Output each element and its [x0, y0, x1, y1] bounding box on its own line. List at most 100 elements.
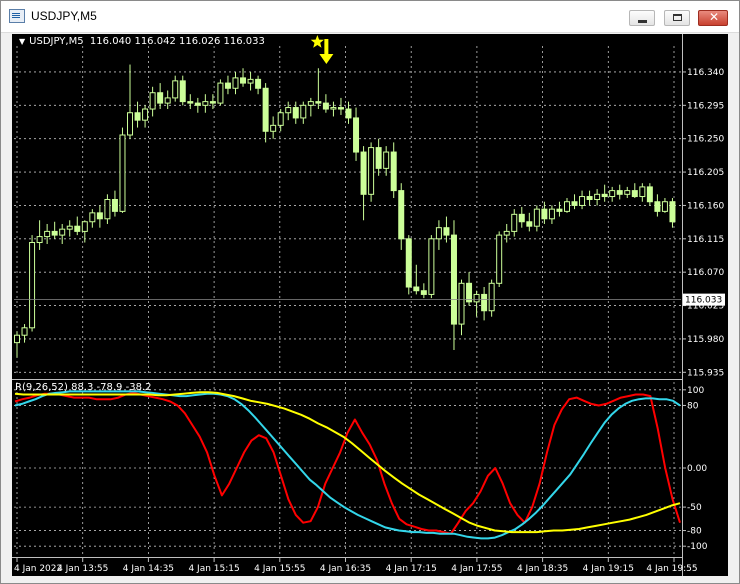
chart-header: ▼ USDJPY,M5 116.040 116.042 116.026 116.0…	[19, 36, 265, 47]
down-arrow-marker-icon	[319, 39, 334, 64]
bull-candle-body	[563, 201, 570, 212]
bull-candle-body	[458, 282, 465, 325]
indicator-series-line	[14, 390, 681, 540]
bear-candle-body	[360, 151, 367, 195]
bull-candle-body	[277, 112, 284, 126]
bear-candle-body	[157, 92, 164, 104]
close-icon: ✕	[709, 10, 720, 24]
indicator-axis-label: -50	[687, 503, 702, 513]
bull-candle-body	[119, 134, 126, 212]
indicator-axis-label: -100	[687, 542, 708, 552]
minimize-button[interactable]	[629, 10, 655, 26]
bull-candle-body	[435, 227, 442, 240]
bull-candle-body	[202, 101, 209, 106]
bear-candle-body	[353, 117, 360, 153]
bear-candle-body	[224, 82, 231, 89]
indicator-series-line	[14, 391, 681, 535]
bear-candle-body	[556, 208, 563, 212]
bear-candle-body	[631, 190, 638, 198]
price-axis-label: 116.115	[687, 235, 724, 245]
time-axis-label: 4 Jan 18:35	[517, 564, 568, 574]
bear-candle-body	[345, 108, 352, 119]
bull-candle-body	[164, 97, 171, 104]
bear-candle-body	[390, 151, 397, 192]
bear-candle-body	[315, 101, 322, 104]
bull-candle-body	[59, 228, 66, 236]
time-axis-label: 4 Jan 17:55	[451, 564, 502, 574]
indicator-axis-label: 100	[687, 386, 704, 396]
bear-candle-body	[111, 199, 118, 212]
time-axis-label: 4 Jan 17:15	[386, 564, 437, 574]
price-axis-label: 115.980	[687, 335, 724, 345]
bull-candle-body	[503, 230, 510, 236]
bull-candle-body	[624, 190, 631, 195]
bull-candle-body	[127, 112, 134, 136]
bull-candle-body	[639, 186, 646, 198]
bull-candle-body	[217, 82, 224, 104]
bear-candle-body	[601, 193, 608, 198]
bull-candle-body	[44, 230, 51, 238]
bear-candle-body	[586, 196, 593, 201]
price-axis-label: 116.340	[687, 68, 724, 78]
bull-candle-body	[594, 193, 601, 201]
time-axis-label: 4 Jan 2022	[14, 564, 62, 574]
bear-candle-body	[96, 212, 103, 220]
bull-candle-body	[29, 242, 36, 329]
time-axis-label: 4 Jan 15:55	[254, 564, 305, 574]
chart-svg[interactable]: 116.340 116.295 116.250 116.205 116.160 116.1…	[12, 34, 728, 576]
bear-candle-body	[654, 201, 661, 212]
bull-candle-body	[496, 234, 503, 284]
bear-candle-body	[450, 234, 457, 325]
bear-candle-body	[518, 213, 525, 223]
bear-candle-body	[526, 221, 533, 227]
bull-candle-body	[21, 327, 28, 336]
indicator-axis-label: -80	[687, 527, 702, 537]
bull-candle-body	[36, 236, 43, 244]
minimize-icon	[638, 20, 647, 23]
bull-candle-body	[383, 151, 390, 169]
time-axis-label: 4 Jan 19:15	[583, 564, 634, 574]
bear-candle-body	[262, 87, 269, 132]
maximize-icon	[673, 14, 682, 21]
bull-candle-body	[307, 101, 314, 106]
window-title: USDJPY,M5	[31, 9, 97, 23]
price-axis-label: 116.295	[687, 101, 724, 111]
chart-canvas[interactable]: 116.340 116.295 116.250 116.205 116.160 116.1…	[12, 34, 728, 576]
bull-candle-body	[511, 213, 518, 232]
bear-candle-body	[443, 227, 450, 236]
bull-candle-body	[104, 199, 111, 220]
bear-candle-body	[292, 107, 299, 119]
bull-candle-body	[368, 147, 375, 195]
time-axis-label: 4 Jan 15:15	[188, 564, 239, 574]
bear-candle-body	[405, 238, 412, 288]
indicator-series-line	[14, 391, 681, 534]
bear-candle-body	[466, 282, 473, 303]
chart-menu-triangle-icon[interactable]: ▼	[19, 37, 25, 46]
bull-candle-body	[247, 78, 254, 84]
bear-candle-body	[481, 293, 488, 312]
maximize-button[interactable]	[664, 10, 690, 26]
bull-candle-body	[488, 282, 495, 312]
ohlc-values: 116.040 116.042 116.026 116.033	[89, 36, 265, 47]
bull-candle-body	[548, 208, 555, 220]
close-button[interactable]: ✕	[698, 10, 728, 26]
bull-candle-body	[300, 104, 307, 119]
bull-candle-body	[81, 221, 88, 232]
bear-candle-body	[413, 286, 420, 292]
bear-candle-body	[541, 208, 548, 220]
bear-candle-body	[375, 147, 382, 169]
bear-candle-body	[420, 290, 427, 295]
title-bar[interactable]: USDJPY,M5 ✕	[1, 1, 739, 33]
price-axis-label: 115.935	[687, 368, 724, 378]
bear-candle-body	[669, 201, 676, 223]
bear-candle-body	[240, 77, 247, 84]
indicator-axis-label: 80	[687, 401, 699, 411]
bull-candle-body	[89, 212, 96, 223]
time-axis-label: 4 Jan 13:55	[57, 564, 108, 574]
price-axis-label: 116.160	[687, 201, 724, 211]
current-price-label: 116.033	[685, 296, 722, 306]
price-axis-label: 116.205	[687, 168, 724, 178]
price-axis-label: 116.070	[687, 268, 724, 278]
bear-candle-body	[646, 186, 653, 203]
terminal-window: USDJPY,M5 ✕ 116.340 116.295 116.250 116.205…	[0, 0, 740, 584]
